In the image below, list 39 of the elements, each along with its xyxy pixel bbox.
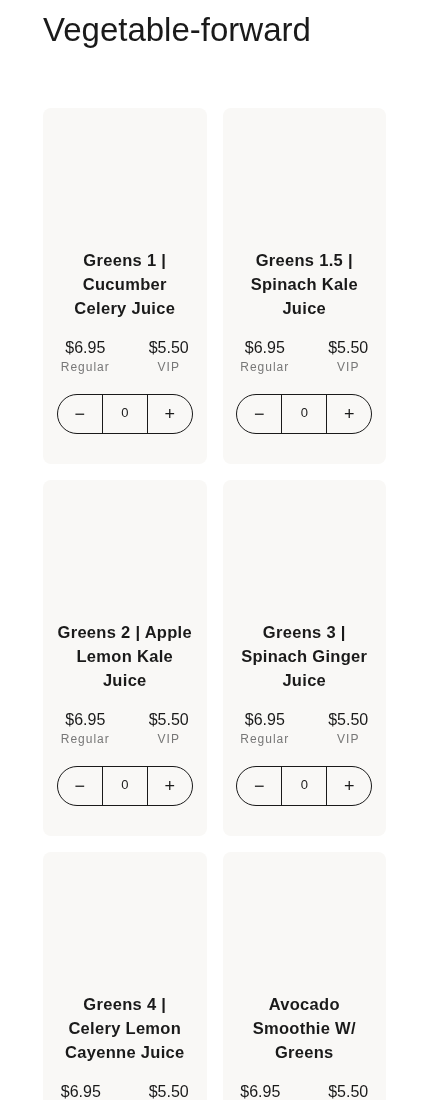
product-name[interactable]: Greens 1.5 | Spinach Kale Juice (234, 248, 374, 320)
regular-price: $6.95 (60, 1082, 101, 1100)
vip-label: VIP (337, 359, 360, 376)
vip-price: $5.50 (328, 338, 369, 358)
decrease-button[interactable]: − (57, 767, 102, 805)
vip-price: $5.50 (328, 1082, 369, 1100)
vip-price: $5.50 (328, 710, 369, 730)
regular-price: $6.95 (65, 338, 106, 358)
quantity-value[interactable]: 0 (101, 767, 148, 805)
vip-label: VIP (157, 731, 180, 748)
regular-label: Regular (240, 359, 290, 376)
increase-button[interactable]: + (147, 395, 192, 433)
vip-price: $5.50 (148, 338, 189, 358)
quantity-value[interactable]: 0 (281, 395, 328, 433)
product-name[interactable]: Avocado Smoothie W/ Greens (234, 992, 374, 1064)
vip-price: $5.50 (148, 710, 189, 730)
vip-price: $5.50 (148, 1082, 189, 1100)
increase-button[interactable]: + (147, 767, 192, 805)
decrease-button[interactable]: − (237, 395, 282, 433)
increase-button[interactable]: + (327, 767, 372, 805)
regular-label: Regular (240, 731, 290, 748)
regular-price: $6.95 (240, 1082, 281, 1100)
quantity-value[interactable]: 0 (281, 767, 328, 805)
vip-label: VIP (337, 731, 360, 748)
section-heading: Vegetable-forward (43, 10, 312, 50)
increase-button[interactable]: + (327, 395, 372, 433)
product-name[interactable]: Greens 1 | Cucumber Celery Juice (55, 248, 195, 320)
product-name[interactable]: Greens 4 | Celery Lemon Cayenne Juice (55, 992, 195, 1064)
regular-label: Regular (60, 731, 110, 748)
vip-label: VIP (157, 359, 180, 376)
regular-price: $6.95 (65, 710, 106, 730)
decrease-button[interactable]: − (237, 767, 282, 805)
product-name[interactable]: Greens 2 | Apple Lemon Kale Juice (55, 620, 195, 692)
decrease-button[interactable]: − (57, 395, 102, 433)
regular-label: Regular (60, 359, 110, 376)
regular-price: $6.95 (244, 338, 285, 358)
regular-price: $6.95 (244, 710, 285, 730)
product-name[interactable]: Greens 3 | Spinach Ginger Juice (234, 620, 374, 692)
quantity-value[interactable]: 0 (101, 395, 148, 433)
